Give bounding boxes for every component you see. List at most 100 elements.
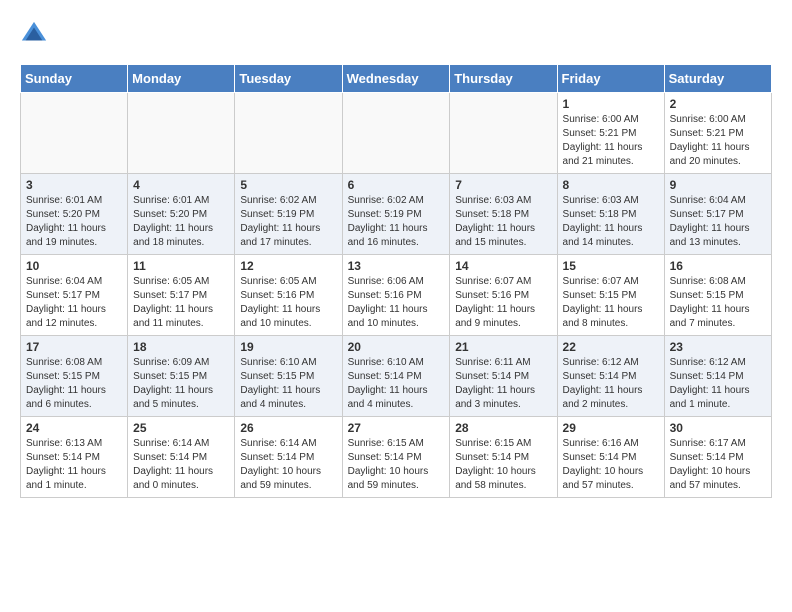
day-info: Sunrise: 6:01 AM Sunset: 5:20 PM Dayligh… (133, 194, 229, 250)
weekday-header: Sunday (21, 65, 128, 93)
calendar-cell: 2 Sunrise: 6:00 AM Sunset: 5:21 PM Daylig… (664, 93, 771, 174)
weekday-header: Tuesday (235, 65, 342, 93)
calendar-cell: 28 Sunrise: 6:15 AM Sunset: 5:14 PM Dayli… (450, 417, 557, 498)
day-info: Sunrise: 6:00 AM Sunset: 5:21 PM Dayligh… (563, 113, 659, 169)
day-number: 11 (133, 259, 229, 273)
day-number: 26 (240, 421, 336, 435)
day-info: Sunrise: 6:14 AM Sunset: 5:14 PM Dayligh… (240, 437, 336, 493)
calendar-week-row: 24Sunrise: 6:13 AM Sunset: 5:14 PM Dayli… (21, 417, 772, 498)
day-info: Sunrise: 6:15 AM Sunset: 5:14 PM Dayligh… (348, 437, 445, 493)
day-number: 17 (26, 340, 122, 354)
day-info: Sunrise: 6:15 AM Sunset: 5:14 PM Dayligh… (455, 437, 551, 493)
calendar-cell: 12Sunrise: 6:05 AM Sunset: 5:16 PM Dayli… (235, 255, 342, 336)
day-info: Sunrise: 6:11 AM Sunset: 5:14 PM Dayligh… (455, 356, 551, 412)
calendar-cell: 11 Sunrise: 6:05 AM Sunset: 5:17 PM Dayli… (128, 255, 235, 336)
calendar-cell: 27 Sunrise: 6:15 AM Sunset: 5:14 PM Dayli… (342, 417, 450, 498)
day-info: Sunrise: 6:09 AM Sunset: 5:15 PM Dayligh… (133, 356, 229, 412)
day-info: Sunrise: 6:07 AM Sunset: 5:15 PM Dayligh… (563, 275, 659, 331)
day-info: Sunrise: 6:08 AM Sunset: 5:15 PM Dayligh… (670, 275, 766, 331)
calendar-cell (128, 93, 235, 174)
day-info: Sunrise: 6:05 AM Sunset: 5:17 PM Dayligh… (133, 275, 229, 331)
day-info: Sunrise: 6:16 AM Sunset: 5:14 PM Dayligh… (563, 437, 659, 493)
day-info: Sunrise: 6:02 AM Sunset: 5:19 PM Dayligh… (348, 194, 445, 250)
day-number: 21 (455, 340, 551, 354)
calendar-cell: 9 Sunrise: 6:04 AM Sunset: 5:17 PM Daylig… (664, 174, 771, 255)
day-info: Sunrise: 6:10 AM Sunset: 5:14 PM Dayligh… (348, 356, 445, 412)
day-number: 19 (240, 340, 336, 354)
weekday-header: Wednesday (342, 65, 450, 93)
logo-icon (20, 20, 48, 48)
day-info: Sunrise: 6:01 AM Sunset: 5:20 PM Dayligh… (26, 194, 122, 250)
day-info: Sunrise: 6:08 AM Sunset: 5:15 PM Dayligh… (26, 356, 122, 412)
weekday-header: Monday (128, 65, 235, 93)
day-number: 28 (455, 421, 551, 435)
calendar-cell: 6 Sunrise: 6:02 AM Sunset: 5:19 PM Daylig… (342, 174, 450, 255)
day-number: 16 (670, 259, 766, 273)
day-info: Sunrise: 6:04 AM Sunset: 5:17 PM Dayligh… (26, 275, 122, 331)
calendar-cell: 22Sunrise: 6:12 AM Sunset: 5:14 PM Dayli… (557, 336, 664, 417)
calendar-cell: 14 Sunrise: 6:07 AM Sunset: 5:16 PM Dayli… (450, 255, 557, 336)
calendar-cell: 5 Sunrise: 6:02 AM Sunset: 5:19 PM Daylig… (235, 174, 342, 255)
calendar-cell (450, 93, 557, 174)
day-info: Sunrise: 6:05 AM Sunset: 5:16 PM Dayligh… (240, 275, 336, 331)
day-number: 14 (455, 259, 551, 273)
calendar-cell (235, 93, 342, 174)
calendar-cell: 1Sunrise: 6:00 AM Sunset: 5:21 PM Daylig… (557, 93, 664, 174)
day-info: Sunrise: 6:06 AM Sunset: 5:16 PM Dayligh… (348, 275, 445, 331)
calendar-cell: 26 Sunrise: 6:14 AM Sunset: 5:14 PM Dayli… (235, 417, 342, 498)
day-number: 6 (348, 178, 445, 192)
day-number: 10 (26, 259, 122, 273)
day-number: 7 (455, 178, 551, 192)
day-info: Sunrise: 6:10 AM Sunset: 5:15 PM Dayligh… (240, 356, 336, 412)
day-number: 27 (348, 421, 445, 435)
calendar-cell (342, 93, 450, 174)
calendar-cell: 20 Sunrise: 6:10 AM Sunset: 5:14 PM Dayli… (342, 336, 450, 417)
calendar-cell: 15Sunrise: 6:07 AM Sunset: 5:15 PM Dayli… (557, 255, 664, 336)
day-number: 30 (670, 421, 766, 435)
day-number: 29 (563, 421, 659, 435)
calendar-cell: 10 Sunrise: 6:04 AM Sunset: 5:17 PM Dayli… (21, 255, 128, 336)
day-info: Sunrise: 6:12 AM Sunset: 5:14 PM Dayligh… (670, 356, 766, 412)
day-info: Sunrise: 6:12 AM Sunset: 5:14 PM Dayligh… (563, 356, 659, 412)
day-info: Sunrise: 6:14 AM Sunset: 5:14 PM Dayligh… (133, 437, 229, 493)
day-number: 3 (26, 178, 122, 192)
calendar-cell: 24Sunrise: 6:13 AM Sunset: 5:14 PM Dayli… (21, 417, 128, 498)
calendar-cell: 4 Sunrise: 6:01 AM Sunset: 5:20 PM Daylig… (128, 174, 235, 255)
calendar-cell: 17 Sunrise: 6:08 AM Sunset: 5:15 PM Dayli… (21, 336, 128, 417)
calendar-cell: 21 Sunrise: 6:11 AM Sunset: 5:14 PM Dayli… (450, 336, 557, 417)
calendar-week-row: 10 Sunrise: 6:04 AM Sunset: 5:17 PM Dayli… (21, 255, 772, 336)
day-number: 20 (348, 340, 445, 354)
calendar-cell: 23 Sunrise: 6:12 AM Sunset: 5:14 PM Dayli… (664, 336, 771, 417)
calendar-cell: 30 Sunrise: 6:17 AM Sunset: 5:14 PM Dayli… (664, 417, 771, 498)
day-number: 8 (563, 178, 659, 192)
day-number: 13 (348, 259, 445, 273)
calendar-cell: 19 Sunrise: 6:10 AM Sunset: 5:15 PM Dayli… (235, 336, 342, 417)
calendar-cell: 3 Sunrise: 6:01 AM Sunset: 5:20 PM Daylig… (21, 174, 128, 255)
day-info: Sunrise: 6:07 AM Sunset: 5:16 PM Dayligh… (455, 275, 551, 331)
day-info: Sunrise: 6:00 AM Sunset: 5:21 PM Dayligh… (670, 113, 766, 169)
logo (20, 20, 52, 48)
day-number: 25 (133, 421, 229, 435)
day-number: 4 (133, 178, 229, 192)
calendar-cell: 18 Sunrise: 6:09 AM Sunset: 5:15 PM Dayli… (128, 336, 235, 417)
day-info: Sunrise: 6:02 AM Sunset: 5:19 PM Dayligh… (240, 194, 336, 250)
calendar-week-row: 17 Sunrise: 6:08 AM Sunset: 5:15 PM Dayli… (21, 336, 772, 417)
calendar-cell (21, 93, 128, 174)
calendar-cell: 7Sunrise: 6:03 AM Sunset: 5:18 PM Daylig… (450, 174, 557, 255)
calendar-cell: 25 Sunrise: 6:14 AM Sunset: 5:14 PM Dayli… (128, 417, 235, 498)
calendar-cell: 29 Sunrise: 6:16 AM Sunset: 5:14 PM Dayli… (557, 417, 664, 498)
day-info: Sunrise: 6:13 AM Sunset: 5:14 PM Dayligh… (26, 437, 122, 493)
calendar-week-row: 3 Sunrise: 6:01 AM Sunset: 5:20 PM Daylig… (21, 174, 772, 255)
day-number: 5 (240, 178, 336, 192)
calendar-table: SundayMondayTuesdayWednesdayThursdayFrid… (20, 64, 772, 498)
weekday-header: Friday (557, 65, 664, 93)
day-number: 18 (133, 340, 229, 354)
calendar-header-row: SundayMondayTuesdayWednesdayThursdayFrid… (21, 65, 772, 93)
calendar-cell: 13 Sunrise: 6:06 AM Sunset: 5:16 PM Dayli… (342, 255, 450, 336)
day-info: Sunrise: 6:04 AM Sunset: 5:17 PM Dayligh… (670, 194, 766, 250)
day-number: 2 (670, 97, 766, 111)
day-number: 23 (670, 340, 766, 354)
day-info: Sunrise: 6:17 AM Sunset: 5:14 PM Dayligh… (670, 437, 766, 493)
day-number: 9 (670, 178, 766, 192)
calendar-cell: 8Sunrise: 6:03 AM Sunset: 5:18 PM Daylig… (557, 174, 664, 255)
